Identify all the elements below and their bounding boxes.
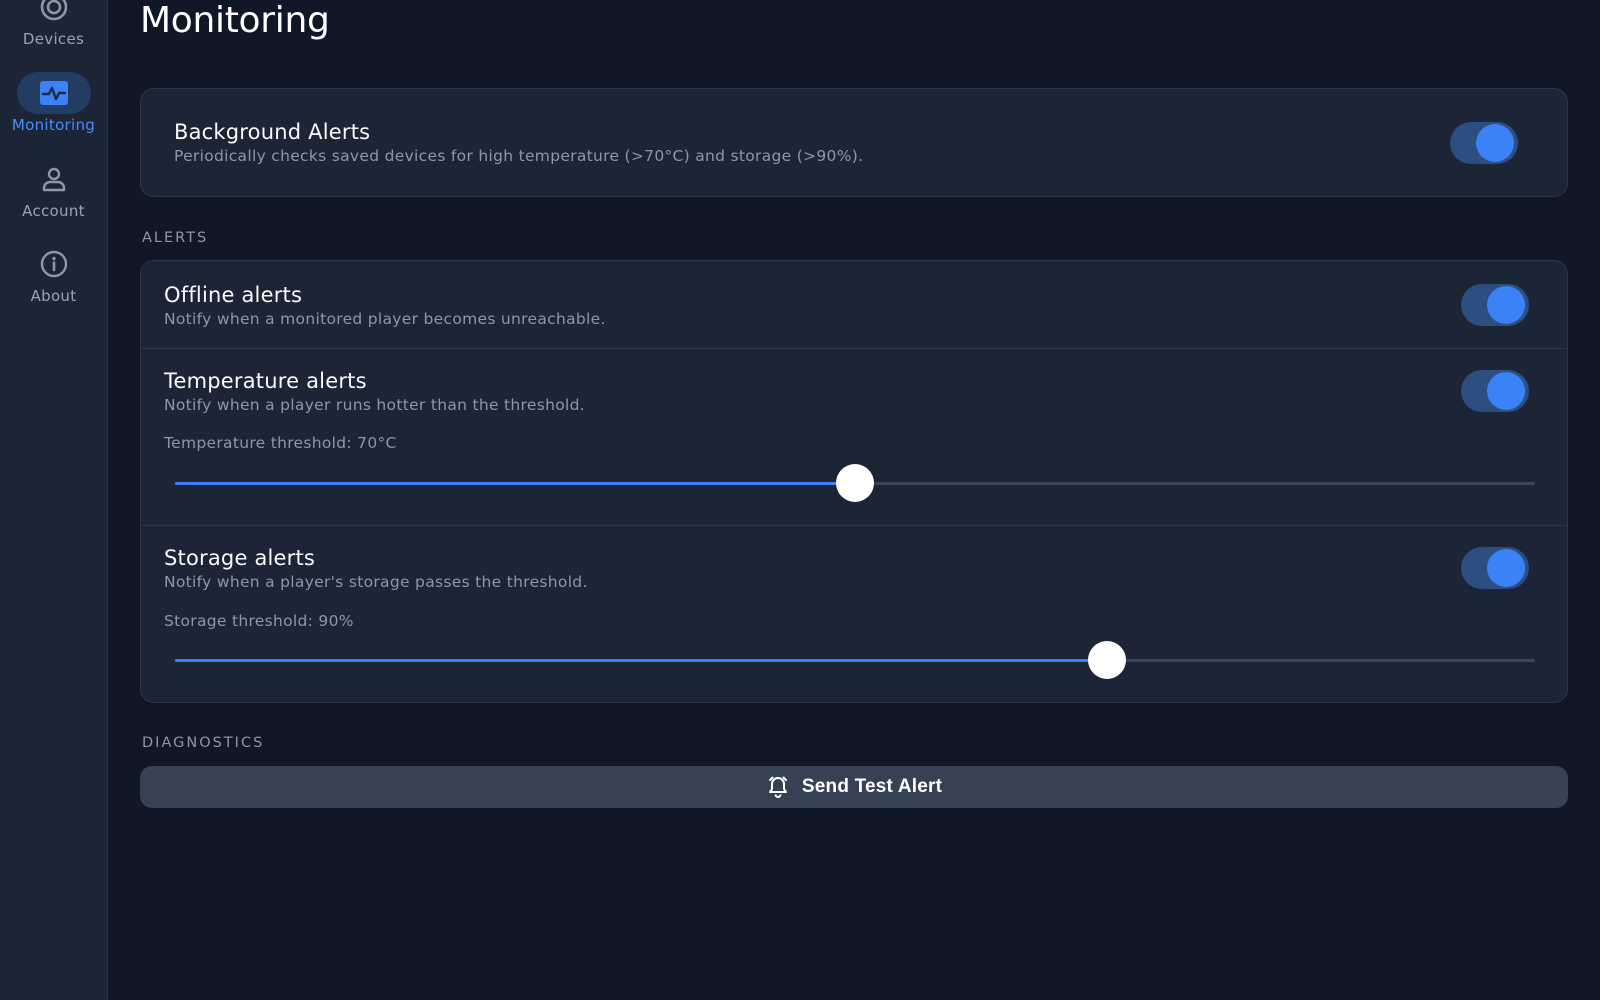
sidebar-item-label: Monitoring	[11, 116, 96, 134]
storage-threshold-slider[interactable]	[175, 641, 1535, 681]
sidebar-item-about[interactable]: About	[0, 243, 107, 305]
temperature-alerts-description: Notify when a player runs hotter than th…	[164, 396, 585, 414]
info-icon	[17, 243, 91, 285]
sidebar-item-label: Devices	[22, 30, 85, 48]
sidebar-nav: Devices Monitoring Account About	[0, 0, 108, 1000]
sidebar-item-account[interactable]: Account	[0, 158, 107, 220]
toggle-knob	[1476, 124, 1514, 162]
offline-alerts-text: Offline alerts Notify when a monitored p…	[164, 283, 606, 328]
account-icon	[17, 158, 91, 200]
storage-alerts-toggle[interactable]	[1461, 547, 1529, 589]
slider-thumb[interactable]	[1087, 641, 1126, 679]
storage-alerts-description: Notify when a player's storage passes th…	[164, 573, 588, 591]
sidebar-item-monitoring[interactable]: Monitoring	[0, 72, 107, 134]
sidebar-item-label: Account	[22, 202, 85, 220]
background-alerts-description: Periodically checks saved devices for hi…	[174, 147, 864, 165]
storage-alerts-title: Storage alerts	[164, 546, 316, 570]
background-alerts-card: Background Alerts Periodically checks sa…	[140, 88, 1568, 197]
temperature-alerts-text: Temperature alerts Notify when a player …	[164, 369, 585, 414]
storage-alerts-text: Storage alerts Notify when a player's st…	[164, 546, 588, 591]
alerts-card: Offline alerts Notify when a monitored p…	[140, 260, 1568, 703]
offline-alerts-title: Offline alerts	[164, 283, 303, 307]
monitoring-icon	[16, 72, 91, 114]
slider-fill	[175, 482, 855, 485]
background-alerts-title: Background Alerts	[174, 120, 371, 144]
alerts-section-label: ALERTS	[142, 230, 209, 246]
toggle-knob	[1487, 286, 1525, 324]
temperature-alerts-title: Temperature alerts	[164, 369, 367, 393]
temperature-threshold-label: Temperature threshold: 70°C	[164, 434, 397, 452]
alarm-bell-icon	[766, 774, 790, 801]
page-title: Monitoring	[140, 0, 330, 41]
temperature-alerts-toggle[interactable]	[1461, 370, 1529, 412]
offline-alerts-toggle[interactable]	[1461, 284, 1529, 326]
devices-icon	[17, 0, 91, 28]
sidebar-item-devices[interactable]: Devices	[0, 0, 107, 48]
sidebar-item-label: About	[30, 287, 77, 305]
background-alerts-text: Background Alerts Periodically checks sa…	[174, 120, 863, 165]
send-test-alert-label: Send Test Alert	[801, 776, 943, 797]
row-divider	[141, 348, 1567, 349]
slider-thumb[interactable]	[836, 464, 874, 502]
row-divider	[141, 525, 1567, 526]
diagnostics-section-label: DIAGNOSTICS	[142, 735, 265, 751]
send-test-alert-button[interactable]: Send Test Alert	[140, 766, 1568, 808]
toggle-knob	[1487, 372, 1525, 410]
background-alerts-toggle[interactable]	[1450, 122, 1518, 164]
slider-fill	[175, 659, 1107, 662]
offline-alerts-description: Notify when a monitored player becomes u…	[164, 310, 606, 328]
storage-threshold-label: Storage threshold: 90%	[164, 612, 354, 630]
toggle-knob	[1487, 549, 1525, 587]
temperature-threshold-slider[interactable]	[175, 464, 1535, 504]
